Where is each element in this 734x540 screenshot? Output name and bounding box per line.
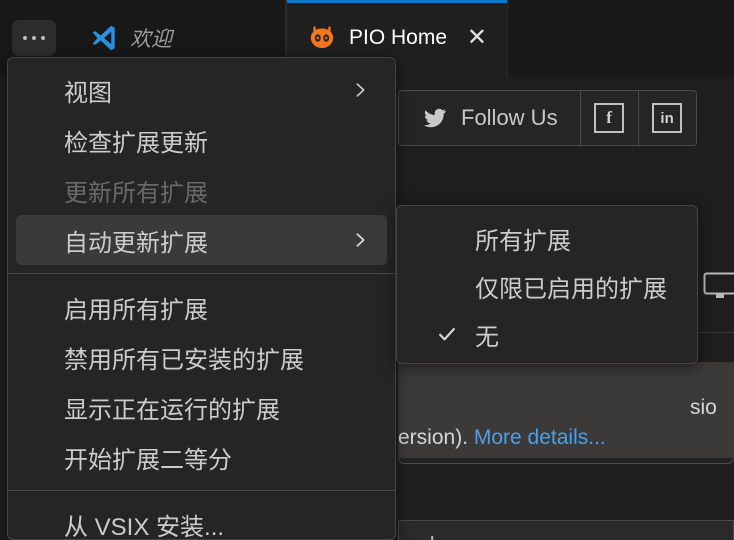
linkedin-icon: in [652, 103, 683, 133]
social-toolbar: Follow Us f in [398, 90, 697, 146]
dot-2 [32, 36, 36, 40]
tab-pio-home-label: PIO Home [349, 26, 448, 49]
search-input[interactable]: rms by name... [387, 520, 734, 540]
follow-us-label: Follow Us [461, 105, 558, 130]
menu-item-label: 视图 [64, 79, 112, 107]
menu-separator [8, 490, 395, 491]
extensions-context-menu: 视图 检查扩展更新 更新所有扩展 自动更新扩展 启用所有扩展 禁用所有已安装的扩… [7, 57, 396, 540]
menu-item-label: 更新所有扩展 [64, 179, 208, 207]
close-icon[interactable]: ✕ [467, 26, 487, 50]
notice-text-fragment-top: sio [690, 396, 717, 419]
tab-welcome-label: 欢迎 [130, 28, 172, 51]
menu-item-label: 自动更新扩展 [64, 229, 208, 257]
menu-item-enable-all-extensions[interactable]: 启用所有扩展 [16, 282, 387, 332]
ellipsis-icon [12, 20, 56, 56]
submenu-item-enabled-extensions-only[interactable]: 仅限已启用的扩展 [403, 262, 691, 310]
menu-item-label: 显示正在运行的扩展 [64, 396, 280, 424]
notice-text-fragment: ersion). [398, 426, 474, 449]
vscode-logo-icon [92, 25, 115, 51]
submenu-item-label: 无 [475, 323, 499, 351]
search-placeholder: rms by name... [387, 532, 532, 540]
menu-item-start-extension-bisect[interactable]: 开始扩展二等分 [16, 432, 387, 482]
menu-item-label: 从 VSIX 安装... [64, 513, 225, 540]
menu-item-check-for-extension-updates[interactable]: 检查扩展更新 [16, 115, 387, 165]
more-details-link[interactable]: More details... [474, 426, 606, 449]
vscode-window: Follow Us f in sio ersion). More details… [0, 0, 734, 540]
submenu-item-all-extensions[interactable]: 所有扩展 [403, 214, 691, 262]
chevron-right-icon [356, 83, 365, 97]
dot-1 [23, 36, 27, 40]
facebook-button[interactable]: f [580, 90, 639, 146]
submenu-item-label: 所有扩展 [475, 227, 571, 255]
menu-item-view[interactable]: 视图 [16, 65, 387, 115]
menu-item-disable-all-installed-extensions[interactable]: 禁用所有已安装的扩展 [16, 332, 387, 382]
facebook-icon: f [594, 103, 625, 133]
dot-3 [41, 36, 45, 40]
twitter-bird-icon [424, 108, 446, 128]
platformio-alien-icon [310, 26, 334, 49]
monitor-display-icon[interactable] [703, 272, 734, 300]
auto-update-submenu: 所有扩展 仅限已启用的扩展 无 [396, 205, 698, 364]
menu-item-label: 检查扩展更新 [64, 129, 208, 157]
chevron-right-icon [356, 233, 365, 247]
check-icon [439, 327, 455, 341]
menu-item-label: 启用所有扩展 [64, 296, 208, 324]
menu-separator [8, 273, 395, 274]
submenu-item-none[interactable]: 无 [403, 310, 691, 358]
menu-item-show-running-extensions[interactable]: 显示正在运行的扩展 [16, 382, 387, 432]
menu-item-label: 开始扩展二等分 [64, 446, 232, 474]
menu-item-label: 禁用所有已安装的扩展 [64, 346, 304, 374]
menu-item-auto-update-extensions[interactable]: 自动更新扩展 [16, 215, 387, 265]
menu-item-update-all-extensions: 更新所有扩展 [16, 165, 387, 215]
linkedin-button[interactable]: in [638, 90, 697, 146]
twitter-follow-us-button[interactable]: Follow Us [398, 90, 581, 146]
menu-item-install-from-vsix[interactable]: 从 VSIX 安装... [16, 499, 387, 540]
notice-text: ersion). More details... [398, 426, 734, 450]
submenu-item-label: 仅限已启用的扩展 [475, 275, 667, 303]
